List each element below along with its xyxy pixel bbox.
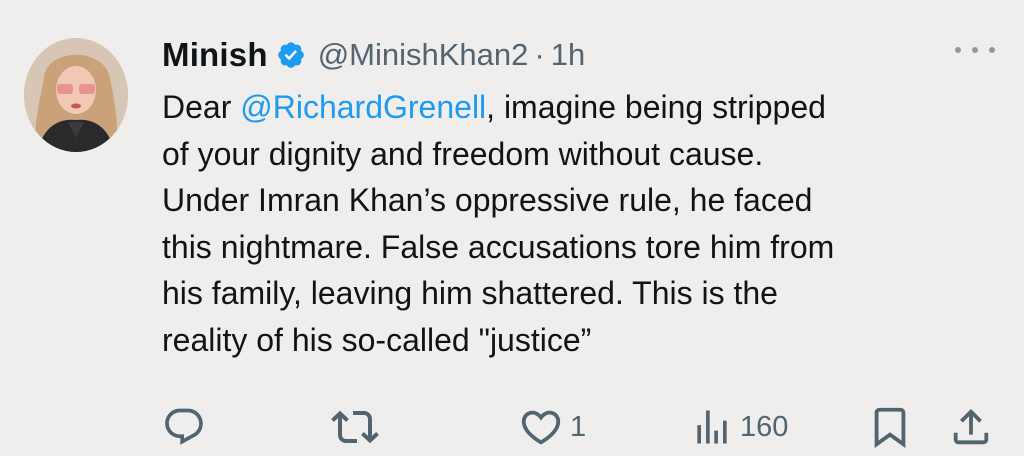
verified-badge-icon[interactable]: [276, 40, 306, 70]
views-count: 160: [740, 410, 789, 443]
share-icon: [948, 404, 994, 450]
tweet-line: Under Imran Khan’s oppressive rule, he f…: [162, 182, 813, 218]
views-button[interactable]: 160: [690, 402, 788, 452]
bookmark-icon: [867, 404, 913, 450]
tweet-line: Dear @RichardGrenell, imagine being stri…: [162, 84, 1012, 131]
tweet-text-segment: Dear: [162, 89, 241, 125]
action-bar: 1 160: [0, 402, 1024, 452]
retweet-icon: [331, 403, 379, 451]
bookmark-button[interactable]: [867, 402, 913, 452]
user-handle[interactable]: @MinishKhan2: [318, 37, 529, 73]
more-dot: [989, 47, 995, 53]
more-dot: [955, 47, 961, 53]
more-dot: [972, 47, 978, 53]
like-count: 1: [570, 410, 587, 443]
reply-button[interactable]: [162, 402, 206, 452]
share-button[interactable]: [948, 402, 994, 452]
tweet-text-segment: , imagine being stripped: [486, 89, 826, 125]
display-name[interactable]: Minish: [162, 36, 268, 74]
views-icon: [690, 405, 734, 449]
timestamp[interactable]: 1h: [551, 37, 585, 73]
more-options-icon[interactable]: [955, 40, 995, 60]
retweet-button[interactable]: [331, 402, 379, 452]
tweet-line: his family, leaving him shattered. This …: [162, 275, 778, 311]
separator-dot: ·: [534, 37, 545, 72]
tweet-line: reality of his so-called "justice”: [162, 321, 592, 358]
reply-icon: [162, 405, 206, 449]
tweet-header: Minish @MinishKhan2 · 1h: [162, 32, 585, 78]
mention-link[interactable]: @RichardGrenell: [240, 89, 486, 125]
tweet[interactable]: Minish @MinishKhan2 · 1h Dear @RichardGr…: [0, 0, 1024, 456]
heart-icon: [518, 404, 564, 450]
tweet-text: Dear @RichardGrenell, imagine being stri…: [162, 84, 1012, 363]
avatar[interactable]: [24, 38, 128, 152]
like-button[interactable]: 1: [518, 402, 586, 452]
tweet-line: of your dignity and freedom without caus…: [162, 135, 764, 172]
tweet-line: this nightmare. False accusations tore h…: [162, 228, 835, 265]
